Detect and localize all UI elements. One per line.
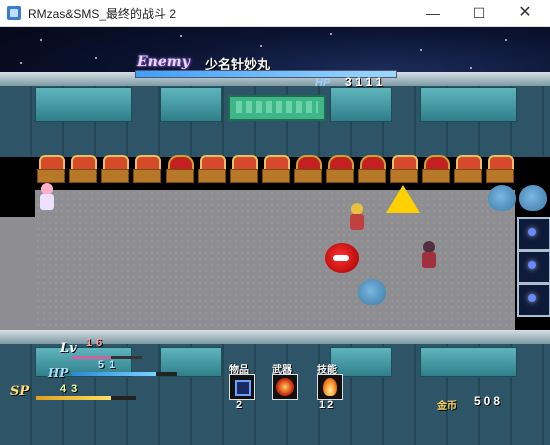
- chair: [486, 155, 514, 185]
- player-character: [420, 241, 438, 269]
- level-label: Lv: [60, 341, 77, 356]
- hp-label: HP: [48, 366, 69, 380]
- minimize-button[interactable]: —: [410, 0, 456, 26]
- chair: [262, 155, 290, 185]
- chair: [198, 155, 226, 185]
- enemy-status-panel: Enemy 少名针妙丸 HP 3111: [135, 54, 405, 94]
- window-pane: [35, 87, 132, 122]
- item-icon: [235, 380, 251, 396]
- throne: [166, 155, 194, 185]
- level-value: 16: [86, 337, 107, 349]
- game-window: RMzas&SMS_最终的战斗 2 — ☐ ✕ Enemy 少名针妙丸 HP 3…: [0, 0, 550, 445]
- side-panel-slot: [517, 217, 550, 251]
- chair: [69, 155, 97, 185]
- blue-bird-enemy: [488, 185, 516, 211]
- sp-label: SP: [10, 384, 30, 399]
- fire-orb-icon: [276, 378, 294, 396]
- chair: [390, 155, 418, 185]
- window-title: RMzas&SMS_最终的战斗 2: [28, 7, 177, 21]
- window-pane: [420, 87, 517, 122]
- skill-slot[interactable]: [317, 374, 343, 400]
- chair: [133, 155, 161, 185]
- chair: [230, 155, 258, 185]
- maximize-button[interactable]: ☐: [456, 0, 502, 26]
- floor: [35, 190, 515, 330]
- sp-fill: [36, 396, 111, 400]
- item-count: 2: [236, 399, 245, 411]
- enemy-label: Enemy: [137, 54, 190, 70]
- gold-value: 508: [474, 394, 504, 408]
- chair: [101, 155, 129, 185]
- close-button[interactable]: ✕: [502, 0, 548, 26]
- wall-cap: [0, 330, 550, 344]
- enemy-hp-label: HP: [315, 77, 331, 89]
- boss-shinmyoumaru: [348, 203, 366, 231]
- sp-bar: [36, 396, 136, 400]
- hp-bar: [72, 372, 177, 376]
- enemy-hp-value: 3111: [345, 75, 387, 89]
- throne: [422, 155, 450, 185]
- throne: [294, 155, 322, 185]
- throne: [358, 155, 386, 185]
- weapon-slot[interactable]: [272, 374, 298, 400]
- throne: [326, 155, 354, 185]
- side-panel-slot: [517, 283, 550, 317]
- chair: [454, 155, 482, 185]
- sp-value: 43: [60, 383, 83, 395]
- hp-value: 51: [98, 359, 121, 371]
- npc-pink-hair: [38, 183, 56, 211]
- red-bird-enemy: [325, 243, 359, 273]
- side-panel-slot: [517, 250, 550, 284]
- window-pane: [420, 347, 517, 377]
- hp-fill: [72, 372, 156, 376]
- window-pane: [330, 347, 392, 377]
- green-panel: [228, 95, 326, 121]
- skill-count: 12: [319, 399, 336, 411]
- app-icon: [7, 6, 21, 20]
- floor: [0, 217, 40, 330]
- item-slot[interactable]: [229, 374, 255, 400]
- blue-bird-enemy: [519, 185, 547, 211]
- flame-icon: [323, 378, 337, 396]
- blue-bird-enemy: [358, 279, 386, 305]
- title-bar: RMzas&SMS_最终的战斗 2 — ☐ ✕: [0, 0, 550, 27]
- gold-label: 金币: [437, 401, 457, 412]
- chair: [37, 155, 65, 185]
- yellow-bird-enemy: [386, 185, 420, 213]
